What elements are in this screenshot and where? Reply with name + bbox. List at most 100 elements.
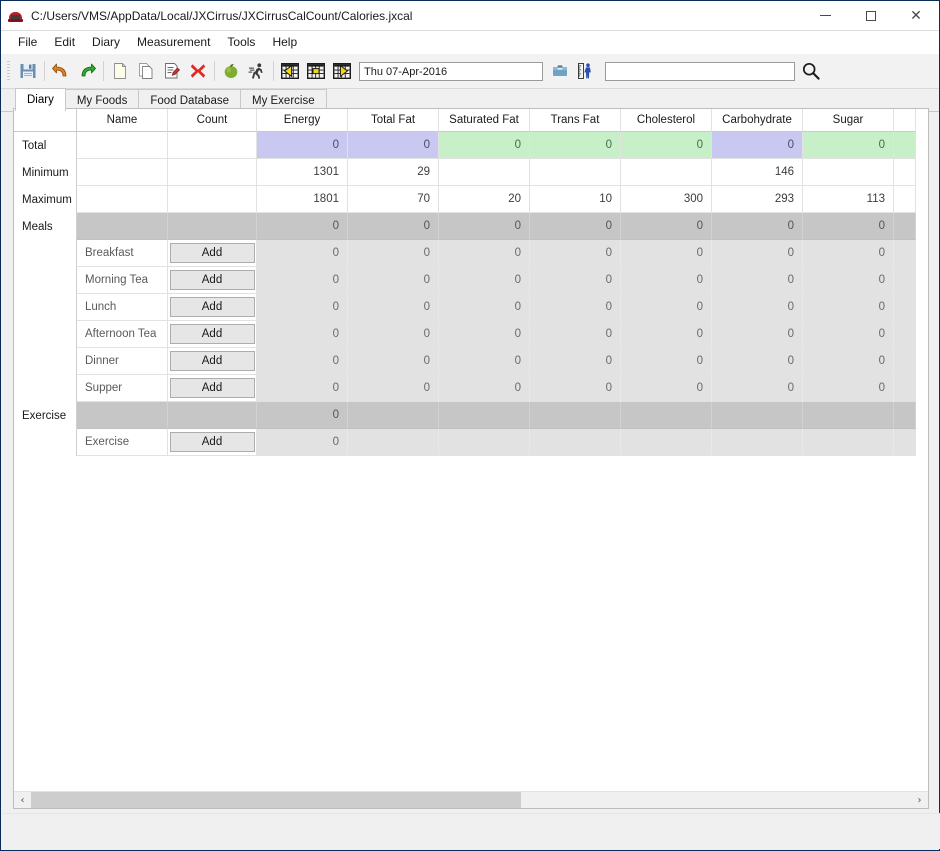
cell-cholesterol: 300 — [621, 186, 712, 213]
cell-energy: 0 — [257, 348, 348, 375]
date-input[interactable]: Thu 07-Apr-2016 — [359, 61, 543, 81]
cell-overflow — [894, 429, 916, 456]
add-breakfast-button[interactable]: Add — [169, 243, 255, 263]
cell-total-fat: 0 — [348, 294, 439, 321]
body-measurement-button[interactable] — [573, 58, 599, 84]
group-spacer — [14, 348, 77, 375]
column-header-saturated-fat[interactable]: Saturated Fat — [439, 109, 530, 132]
cell-sugar — [803, 402, 894, 429]
cell-total-fat: 0 — [348, 213, 439, 240]
menu-item-help[interactable]: Help — [264, 33, 306, 51]
copy-button[interactable] — [133, 58, 159, 84]
cell-energy: 0 — [257, 132, 348, 159]
menu-item-measurement[interactable]: Measurement — [129, 33, 219, 51]
add-morning-tea-button[interactable]: Add — [169, 270, 255, 290]
redo-button[interactable] — [74, 58, 100, 84]
running-person-button[interactable] — [244, 58, 270, 84]
minimize-button[interactable] — [803, 1, 848, 30]
column-header-total-fat[interactable]: Total Fat — [348, 109, 439, 132]
copy-icon — [139, 63, 153, 79]
scroll-right-icon[interactable]: › — [911, 792, 928, 808]
add-afternoon-tea-button[interactable]: Add — [169, 324, 255, 344]
scrollbar-thumb[interactable] — [31, 792, 521, 808]
close-button[interactable]: ✕ — [893, 1, 939, 30]
search-input[interactable] — [605, 61, 795, 81]
delete-button[interactable] — [185, 58, 211, 84]
apple-food-button[interactable] — [218, 58, 244, 84]
table-row[interactable]: Maximum 1801 70 20 10 300 293 113 — [14, 186, 928, 213]
cell-saturated-fat — [439, 402, 530, 429]
maximize-button[interactable] — [848, 1, 893, 30]
add-lunch-button[interactable]: Add — [169, 297, 255, 317]
cell-count — [168, 186, 257, 213]
cell-sugar: 0 — [803, 321, 894, 348]
search-button[interactable] — [798, 58, 824, 84]
cell-total-fat — [348, 429, 439, 456]
cell-saturated-fat: 0 — [439, 375, 530, 402]
next-day-button[interactable] — [329, 58, 355, 84]
cell-total-fat: 0 — [348, 321, 439, 348]
new-document-button[interactable] — [107, 58, 133, 84]
cell-overflow — [894, 132, 916, 159]
table-row[interactable]: Morning Tea Add 0 0 0 0 0 0 0 — [14, 267, 928, 294]
today-button[interactable] — [303, 58, 329, 84]
cell-count — [168, 402, 257, 429]
menu-item-edit[interactable]: Edit — [46, 33, 84, 51]
undo-button[interactable] — [48, 58, 74, 84]
previous-day-button[interactable] — [277, 58, 303, 84]
cell-overflow — [894, 375, 916, 402]
table-row[interactable]: Exercise Add 0 — [14, 429, 928, 456]
horizontal-scrollbar[interactable]: ‹ › — [14, 791, 928, 808]
cell-saturated-fat: 0 — [439, 132, 530, 159]
cell-count: Add — [168, 294, 257, 321]
add-dinner-button[interactable]: Add — [169, 351, 255, 371]
table-row[interactable]: Afternoon Tea Add 0 0 0 0 0 0 0 — [14, 321, 928, 348]
column-header-cholesterol[interactable]: Cholesterol — [621, 109, 712, 132]
cell-saturated-fat: 0 — [439, 267, 530, 294]
table-row[interactable]: Lunch Add 0 0 0 0 0 0 0 — [14, 294, 928, 321]
cell-name — [77, 402, 168, 429]
cell-overflow — [894, 294, 916, 321]
cell-count: Add — [168, 321, 257, 348]
edit-document-button[interactable] — [159, 58, 185, 84]
group-spacer — [14, 321, 77, 348]
redo-icon — [81, 63, 96, 77]
column-header-name[interactable]: Name — [77, 109, 168, 132]
grid-header-row: Name Count Energy Total Fat Saturated Fa… — [14, 109, 928, 132]
cell-carbohydrate: 0 — [712, 213, 803, 240]
table-row[interactable]: Meals 0 0 0 0 0 0 0 — [14, 213, 928, 240]
table-row[interactable]: Total 0 0 0 0 0 0 0 — [14, 132, 928, 159]
menu-item-diary[interactable]: Diary — [84, 33, 129, 51]
column-header-sugar[interactable]: Sugar — [803, 109, 894, 132]
table-row[interactable]: Breakfast Add 0 0 0 0 0 0 0 — [14, 240, 928, 267]
cell-overflow — [894, 213, 916, 240]
table-row[interactable]: Minimum 1301 29 146 — [14, 159, 928, 186]
add-supper-button[interactable]: Add — [169, 378, 255, 398]
save-button[interactable] — [15, 58, 41, 84]
cell-sugar — [803, 159, 894, 186]
scrollbar-track[interactable] — [31, 792, 911, 808]
column-header-trans-fat[interactable]: Trans Fat — [530, 109, 621, 132]
add-exercise-button[interactable]: Add — [169, 432, 255, 452]
menu-item-file[interactable]: File — [10, 33, 46, 51]
cell-carbohydrate — [712, 402, 803, 429]
cell-trans-fat: 0 — [530, 213, 621, 240]
table-row[interactable]: Dinner Add 0 0 0 0 0 0 0 — [14, 348, 928, 375]
running-person-icon — [248, 63, 263, 79]
group-spacer — [14, 429, 77, 456]
table-row[interactable]: Supper Add 0 0 0 0 0 0 0 — [14, 375, 928, 402]
table-row[interactable]: Exercise 0 — [14, 402, 928, 429]
cell-overflow — [894, 159, 916, 186]
menu-item-tools[interactable]: Tools — [219, 33, 264, 51]
weighing-scale-button[interactable] — [547, 58, 573, 84]
tab-diary[interactable]: Diary — [15, 88, 66, 111]
column-header-carbohydrate[interactable]: Carbohydrate — [712, 109, 803, 132]
cell-name: Dinner — [77, 348, 168, 375]
undo-icon — [52, 63, 67, 77]
cell-carbohydrate: 146 — [712, 159, 803, 186]
column-header-energy[interactable]: Energy — [257, 109, 348, 132]
edit-document-icon — [165, 63, 180, 79]
toolbar-grip[interactable] — [7, 61, 10, 81]
scroll-left-icon[interactable]: ‹ — [14, 792, 31, 808]
column-header-count[interactable]: Count — [168, 109, 257, 132]
